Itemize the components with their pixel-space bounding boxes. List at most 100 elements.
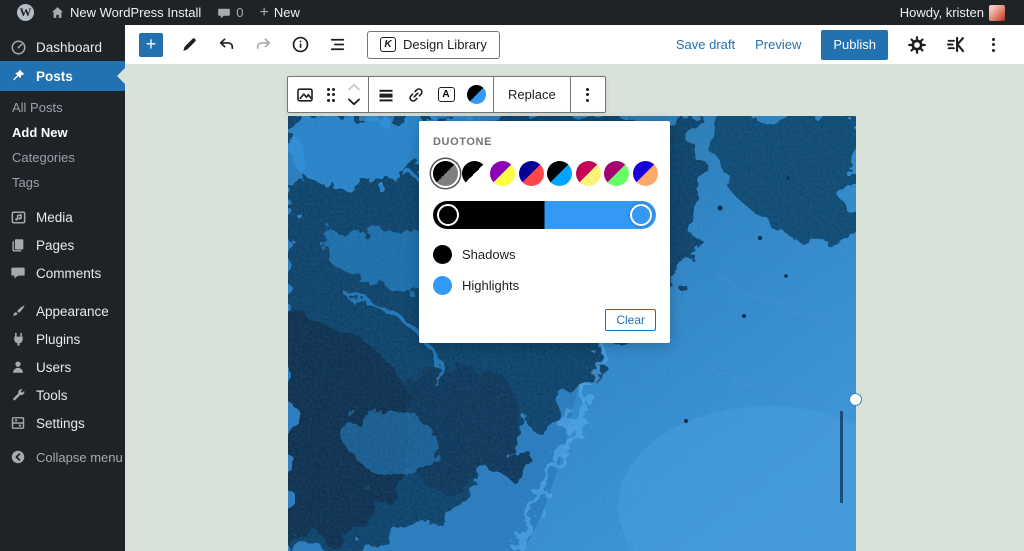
site-name-link[interactable]: New WordPress Install	[43, 0, 208, 25]
duotone-swatch[interactable]	[490, 161, 515, 186]
alignment-button[interactable]	[371, 78, 401, 111]
comment-count: 0	[236, 5, 243, 20]
highlights-label: Highlights	[462, 278, 519, 293]
highlights-color-row[interactable]: Highlights	[433, 276, 656, 295]
duotone-swatch[interactable]	[633, 161, 658, 186]
replace-button[interactable]: Replace	[496, 78, 568, 111]
block-toolbar-group-replace: Replace	[494, 77, 571, 112]
sidebar-label: Appearance	[36, 304, 109, 319]
duotone-swatch[interactable]	[576, 161, 601, 186]
submenu-add-new[interactable]: Add New	[0, 120, 125, 145]
wordpress-logo-icon: W	[17, 4, 34, 21]
sidebar-item-posts[interactable]: Posts	[0, 61, 125, 91]
design-library-button[interactable]: K Design Library	[367, 31, 500, 59]
duotone-swatch[interactable]	[433, 161, 458, 186]
current-menu-arrow	[117, 68, 125, 84]
duotone-swatch[interactable]	[604, 161, 629, 186]
editor-header: + K Design Library Save draft Preview Pu…	[125, 25, 1024, 64]
highlight-stop-handle[interactable]	[630, 204, 652, 226]
duotone-swatch[interactable]	[462, 161, 487, 186]
sidebar-item-pages[interactable]: Pages	[0, 231, 125, 259]
sidebar-item-users[interactable]: Users	[0, 353, 125, 381]
submenu-all-posts[interactable]: All Posts	[0, 95, 125, 120]
preview-button[interactable]: Preview	[749, 33, 807, 56]
undo-button[interactable]	[211, 30, 241, 60]
new-content-menu[interactable]: + New	[252, 0, 306, 25]
shadow-stop-handle[interactable]	[437, 204, 459, 226]
kebab-icon	[992, 38, 995, 52]
user-avatar	[989, 5, 1005, 21]
kadence-library-icon: K	[380, 37, 396, 52]
sidebar-item-settings[interactable]: Settings	[0, 409, 125, 437]
sidebar-item-comments[interactable]: Comments	[0, 259, 125, 287]
admin-sidebar: Dashboard Posts All Posts Add New Catego…	[0, 25, 125, 551]
highlight-color-chip	[433, 276, 452, 295]
sidebar-label: Dashboard	[36, 40, 102, 55]
submenu-tags[interactable]: Tags	[0, 170, 125, 195]
duotone-filter-button[interactable]	[461, 78, 491, 111]
publish-button[interactable]: Publish	[821, 30, 888, 60]
text-overlay-button[interactable]: A	[431, 78, 461, 111]
list-view-button[interactable]	[322, 30, 352, 60]
shadow-color-chip	[433, 245, 452, 264]
editor-canvas: A Replace DUOTONE	[125, 64, 1024, 551]
new-label: New	[274, 5, 300, 20]
drag-handle[interactable]	[320, 78, 342, 111]
sidebar-item-tools[interactable]: Tools	[0, 381, 125, 409]
block-movers	[342, 80, 366, 109]
howdy-text: Howdy, kristen	[900, 5, 984, 20]
design-library-label: Design Library	[403, 37, 487, 52]
move-up-button[interactable]	[342, 80, 366, 94]
settings-icon	[9, 414, 27, 432]
collapse-menu-button[interactable]: Collapse menu	[0, 443, 125, 471]
redo-button[interactable]	[248, 30, 278, 60]
site-name: New WordPress Install	[70, 5, 201, 20]
duotone-swatch[interactable]	[519, 161, 544, 186]
save-draft-button[interactable]: Save draft	[670, 33, 741, 56]
plus-icon: +	[259, 5, 268, 21]
sidebar-item-media[interactable]: Media	[0, 203, 125, 231]
wp-logo-menu[interactable]: W	[10, 0, 41, 25]
edit-mode-pencil-button[interactable]	[174, 30, 204, 60]
duotone-popover: DUOTONE Shadows Highligh	[419, 121, 670, 343]
duotone-title: DUOTONE	[433, 136, 656, 148]
details-info-button[interactable]	[285, 30, 315, 60]
sidebar-item-appearance[interactable]: Appearance	[0, 297, 125, 325]
pushpin-icon	[9, 67, 27, 85]
sidebar-item-dashboard[interactable]: Dashboard	[0, 33, 125, 61]
image-resize-handle[interactable]	[849, 393, 862, 406]
plug-icon	[9, 330, 27, 348]
submenu-categories[interactable]: Categories	[0, 145, 125, 170]
wrench-icon	[9, 386, 27, 404]
block-toolbar-group-more	[571, 77, 605, 112]
user-icon	[9, 358, 27, 376]
clear-duotone-button[interactable]: Clear	[605, 309, 656, 331]
image-block-type-button[interactable]	[290, 78, 320, 111]
duotone-gradient-slider[interactable]	[433, 201, 656, 229]
howdy-account-menu[interactable]: Howdy, kristen	[893, 5, 1012, 21]
pages-icon	[9, 236, 27, 254]
comments-icon	[9, 264, 27, 282]
move-down-button[interactable]	[342, 95, 366, 109]
block-toolbar-group-main	[288, 77, 369, 112]
options-kebab-button[interactable]	[978, 30, 1008, 60]
sidebar-label: Users	[36, 360, 71, 375]
brush-icon	[9, 302, 27, 320]
sidebar-label: Plugins	[36, 332, 80, 347]
drag-dots-icon	[327, 88, 336, 102]
wordpress-editor-app: W New WordPress Install 0 + New Howdy, k…	[0, 0, 1024, 551]
link-button[interactable]	[401, 78, 431, 111]
duotone-swatch-row	[433, 161, 656, 186]
comment-bubble-icon	[217, 6, 231, 20]
sidebar-label: Settings	[36, 416, 85, 431]
media-icon	[9, 208, 27, 226]
block-inserter-button[interactable]: +	[139, 33, 163, 57]
comments-admin-link[interactable]: 0	[210, 0, 250, 25]
sidebar-item-plugins[interactable]: Plugins	[0, 325, 125, 353]
block-options-kebab-button[interactable]	[573, 78, 603, 111]
kadence-settings-button[interactable]	[940, 30, 970, 60]
shadows-color-row[interactable]: Shadows	[433, 245, 656, 264]
duotone-swatch[interactable]	[547, 161, 572, 186]
settings-gear-button[interactable]	[902, 30, 932, 60]
kebab-icon	[586, 88, 589, 102]
